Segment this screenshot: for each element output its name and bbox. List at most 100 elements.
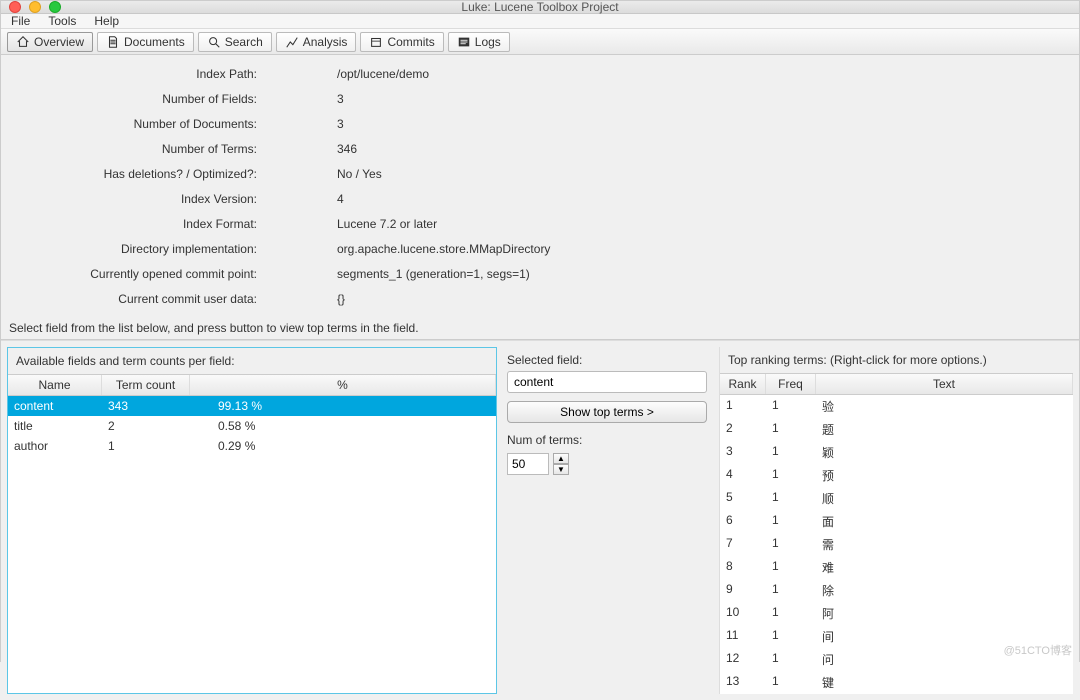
- menu-help[interactable]: Help: [94, 14, 119, 28]
- cell-text: 颖: [816, 441, 1073, 464]
- term-row[interactable]: 31颖: [720, 441, 1073, 464]
- term-row[interactable]: 101阿: [720, 602, 1073, 625]
- tab-search[interactable]: Search: [198, 32, 272, 52]
- cell-freq: 1: [766, 625, 816, 648]
- info-label: Index Path:: [9, 67, 267, 81]
- info-label: Has deletions? / Optimized?:: [9, 167, 267, 181]
- tab-label: Analysis: [303, 35, 348, 49]
- cell-pct: 99.13 %: [190, 396, 496, 416]
- cell-freq: 1: [766, 533, 816, 556]
- info-value: 346: [267, 142, 357, 156]
- window-title: Luke: Lucene Toolbox Project: [1, 0, 1079, 14]
- cell-rank: 6: [720, 510, 766, 533]
- watermark: @51CTO博客: [1004, 642, 1072, 658]
- cell-text: 除: [816, 579, 1073, 602]
- cell-text: 验: [816, 395, 1073, 418]
- spinner-down-button[interactable]: ▼: [553, 464, 569, 475]
- cell-rank: 4: [720, 464, 766, 487]
- info-value: Lucene 7.2 or later: [267, 217, 437, 231]
- fields-body[interactable]: content 343 99.13 % title 2 0.58 % autho…: [8, 396, 496, 693]
- cell-freq: 1: [766, 510, 816, 533]
- cell-freq: 1: [766, 556, 816, 579]
- home-icon: [16, 35, 30, 49]
- cell-name: title: [8, 416, 102, 436]
- term-row[interactable]: 131键: [720, 671, 1073, 694]
- num-terms-spinner: ▲ ▼: [507, 453, 709, 475]
- fields-panel-title: Available fields and term counts per fie…: [8, 348, 496, 374]
- info-value: /opt/lucene/demo: [267, 67, 429, 81]
- index-info: Index Path:/opt/lucene/demo Number of Fi…: [1, 55, 1079, 317]
- content-area: Index Path:/opt/lucene/demo Number of Fi…: [1, 55, 1079, 700]
- num-terms-label: Num of terms:: [507, 433, 709, 447]
- cell-name: content: [8, 396, 102, 416]
- info-label: Number of Fields:: [9, 92, 267, 106]
- lower-area: Available fields and term counts per fie…: [1, 340, 1079, 700]
- term-row[interactable]: 81难: [720, 556, 1073, 579]
- cell-rank: 8: [720, 556, 766, 579]
- col-percent[interactable]: %: [190, 375, 496, 395]
- instruction-text: Select field from the list below, and pr…: [1, 317, 1079, 340]
- titlebar: Luke: Lucene Toolbox Project: [1, 1, 1079, 14]
- col-text[interactable]: Text: [816, 374, 1073, 394]
- col-name[interactable]: Name: [8, 375, 102, 395]
- commits-icon: [369, 35, 383, 49]
- info-value: {}: [267, 292, 345, 306]
- info-label: Current commit user data:: [9, 292, 267, 306]
- cell-freq: 1: [766, 487, 816, 510]
- tab-documents[interactable]: Documents: [97, 32, 194, 52]
- logs-icon: [457, 35, 471, 49]
- term-row[interactable]: 71需: [720, 533, 1073, 556]
- terms-header: Rank Freq Text: [720, 373, 1073, 395]
- info-label: Index Version:: [9, 192, 267, 206]
- menu-file[interactable]: File: [11, 14, 30, 28]
- toolbar: Overview Documents Search Analysis Commi…: [1, 29, 1079, 55]
- selected-field-input[interactable]: [507, 371, 707, 393]
- spinner-up-button[interactable]: ▲: [553, 453, 569, 464]
- cell-rank: 5: [720, 487, 766, 510]
- field-row[interactable]: author 1 0.29 %: [8, 436, 496, 456]
- cell-freq: 1: [766, 464, 816, 487]
- term-row[interactable]: 11验: [720, 395, 1073, 418]
- menubar: File Tools Help: [1, 14, 1079, 29]
- cell-rank: 13: [720, 671, 766, 694]
- num-terms-input[interactable]: [507, 453, 549, 475]
- field-row[interactable]: content 343 99.13 %: [8, 396, 496, 416]
- term-row[interactable]: 51顺: [720, 487, 1073, 510]
- document-icon: [106, 35, 120, 49]
- tab-label: Search: [225, 35, 263, 49]
- cell-term: 2: [102, 416, 190, 436]
- cell-text: 预: [816, 464, 1073, 487]
- tab-commits[interactable]: Commits: [360, 32, 443, 52]
- cell-rank: 12: [720, 648, 766, 671]
- col-rank[interactable]: Rank: [720, 374, 766, 394]
- term-row[interactable]: 41预: [720, 464, 1073, 487]
- info-label: Directory implementation:: [9, 242, 267, 256]
- show-top-terms-button[interactable]: Show top terms >: [507, 401, 707, 423]
- info-label: Number of Terms:: [9, 142, 267, 156]
- tab-overview[interactable]: Overview: [7, 32, 93, 52]
- cell-pct: 0.58 %: [190, 416, 496, 436]
- tab-analysis[interactable]: Analysis: [276, 32, 357, 52]
- term-row[interactable]: 61面: [720, 510, 1073, 533]
- fields-panel: Available fields and term counts per fie…: [7, 347, 497, 694]
- cell-term: 1: [102, 436, 190, 456]
- cell-rank: 9: [720, 579, 766, 602]
- term-row[interactable]: 21题: [720, 418, 1073, 441]
- info-value: 3: [267, 92, 344, 106]
- info-label: Currently opened commit point:: [9, 267, 267, 281]
- tab-logs[interactable]: Logs: [448, 32, 510, 52]
- info-value: org.apache.lucene.store.MMapDirectory: [267, 242, 550, 256]
- cell-text: 阿: [816, 602, 1073, 625]
- col-freq[interactable]: Freq: [766, 374, 816, 394]
- cell-name: author: [8, 436, 102, 456]
- cell-rank: 2: [720, 418, 766, 441]
- tab-label: Commits: [387, 35, 434, 49]
- search-icon: [207, 35, 221, 49]
- menu-tools[interactable]: Tools: [48, 14, 76, 28]
- cell-freq: 1: [766, 441, 816, 464]
- cell-pct: 0.29 %: [190, 436, 496, 456]
- field-row[interactable]: title 2 0.58 %: [8, 416, 496, 436]
- term-row[interactable]: 91除: [720, 579, 1073, 602]
- col-term-count[interactable]: Term count: [102, 375, 190, 395]
- info-value: 4: [267, 192, 344, 206]
